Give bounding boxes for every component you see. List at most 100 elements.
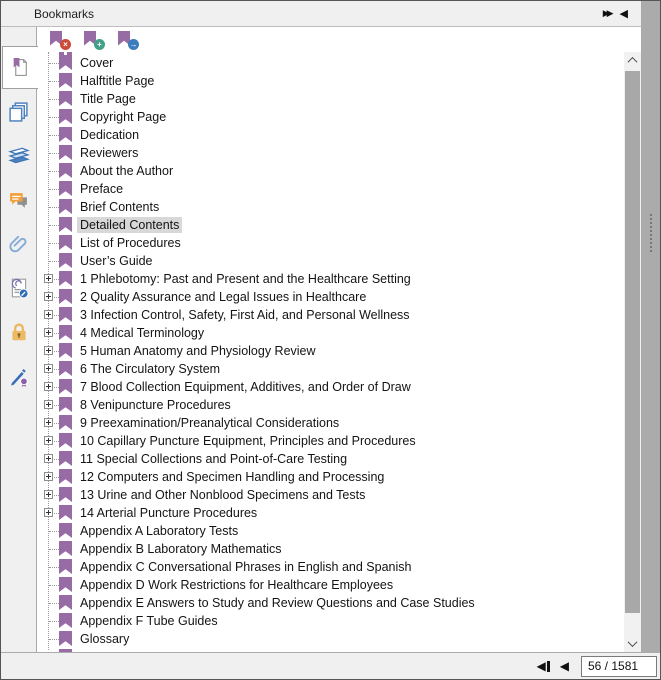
bookmark-item[interactable]: Glossary: [37, 630, 625, 648]
collapse-panel-icon[interactable]: ◀: [620, 7, 628, 20]
expand-plus-icon[interactable]: [44, 346, 53, 355]
bookmark-label: Appendix E Answers to Study and Review Q…: [77, 595, 478, 611]
bookmark-icon: [59, 379, 72, 394]
expand-plus-icon[interactable]: [44, 274, 53, 283]
bookmark-item[interactable]: Appendix A Laboratory Tests: [37, 522, 625, 540]
follow-panel-icon[interactable]: ▶▶: [603, 8, 611, 19]
bookmark-item[interactable]: Preface: [37, 180, 625, 198]
bookmark-item[interactable]: Appendix B Laboratory Mathematics: [37, 540, 625, 558]
bookmarks-panel-window: Bookmarks ▶▶ ◀: [0, 0, 661, 680]
bookmark-icon: [59, 289, 72, 304]
bookmark-item[interactable]: Halftitle Page: [37, 72, 625, 90]
page-number-input[interactable]: 56 / 1581: [581, 656, 657, 677]
bookmark-item[interactable]: Appendix F Tube Guides: [37, 612, 625, 630]
bookmark-label: 12 Computers and Specimen Handling and P…: [77, 469, 387, 485]
sidebar-item-signatures[interactable]: [1, 362, 36, 392]
expand-plus-icon[interactable]: [44, 400, 53, 409]
bookmark-label: 5 Human Anatomy and Physiology Review: [77, 343, 319, 359]
bookmark-label: 10 Capillary Puncture Equipment, Princip…: [77, 433, 419, 449]
bookmark-item[interactable]: Title Page: [37, 90, 625, 108]
bookmark-item[interactable]: Detailed Contents: [37, 216, 625, 234]
expand-current-bookmark-button[interactable]: →: [117, 30, 139, 50]
bookmark-item[interactable]: 5 Human Anatomy and Physiology Review: [37, 342, 625, 360]
bookmark-item[interactable]: 8 Venipuncture Procedures: [37, 396, 625, 414]
bookmark-item[interactable]: Appendix C Conversational Phrases in Eng…: [37, 558, 625, 576]
sidebar-item-comments[interactable]: [1, 185, 36, 215]
bookmark-item[interactable]: 12 Computers and Specimen Handling and P…: [37, 468, 625, 486]
bookmark-icon: [59, 253, 72, 268]
previous-page-button[interactable]: ◀: [560, 659, 569, 673]
bookmark-item[interactable]: Appendix D Work Restrictions for Healthc…: [37, 576, 625, 594]
bookmark-item[interactable]: Appendix E Answers to Study and Review Q…: [37, 594, 625, 612]
tree-connector: [49, 225, 59, 226]
bookmark-icon: [59, 163, 72, 178]
bookmark-item[interactable]: Cover: [37, 54, 625, 72]
bookmark-icon: [59, 613, 72, 628]
bookmark-item[interactable]: 7 Blood Collection Equipment, Additives,…: [37, 378, 625, 396]
previous-view-button[interactable]: ◀: [537, 659, 550, 673]
bookmark-icon: [59, 433, 72, 448]
bookmark-label: Appendix C Conversational Phrases in Eng…: [77, 559, 414, 575]
panel-splitter[interactable]: [642, 1, 661, 652]
bookmark-item[interactable]: About the Author: [37, 162, 625, 180]
expand-plus-icon[interactable]: [44, 382, 53, 391]
expand-plus-icon[interactable]: [44, 292, 53, 301]
bookmark-label: Brief Contents: [77, 199, 162, 215]
sidebar-item-bookmarks[interactable]: [2, 46, 38, 89]
splitter-grip-icon[interactable]: [650, 214, 652, 252]
bookmark-item[interactable]: 10 Capillary Puncture Equipment, Princip…: [37, 432, 625, 450]
bookmark-icon: [59, 397, 72, 412]
bookmark-item[interactable]: 2 Quality Assurance and Legal Issues in …: [37, 288, 625, 306]
bookmark-item[interactable]: Dedication: [37, 126, 625, 144]
sidebar-item-layers[interactable]: [1, 141, 36, 171]
bookmark-item[interactable]: 4 Medical Terminology: [37, 324, 625, 342]
bookmark-item[interactable]: Copyright Page: [37, 108, 625, 126]
bookmark-item[interactable]: 6 The Circulatory System: [37, 360, 625, 378]
bookmark-item[interactable]: 13 Urine and Other Nonblood Specimens an…: [37, 486, 625, 504]
bookmark-icon: [59, 595, 72, 610]
layers-icon: [8, 145, 30, 167]
bookmark-item[interactable]: Brief Contents: [37, 198, 625, 216]
expand-plus-icon[interactable]: [44, 418, 53, 427]
bookmark-icon: [59, 307, 72, 322]
bookmark-label: 6 The Circulatory System: [77, 361, 223, 377]
expand-plus-icon[interactable]: [44, 310, 53, 319]
add-bookmark-button[interactable]: +: [83, 30, 105, 50]
bookmark-icon: [59, 469, 72, 484]
bookmark-item[interactable]: Reviewers: [37, 144, 625, 162]
sidebar-item-thumbnails[interactable]: [1, 96, 36, 126]
bookmark-label: User’s Guide: [77, 253, 156, 269]
bookmark-item[interactable]: 1 Phlebotomy: Past and Present and the H…: [37, 270, 625, 288]
scroll-down-button[interactable]: [624, 635, 641, 652]
bookmark-icon: [59, 109, 72, 124]
expand-plus-icon[interactable]: [44, 508, 53, 517]
bookmark-icon: [59, 487, 72, 502]
bookmark-item[interactable]: 11 Special Collections and Point-of-Care…: [37, 450, 625, 468]
left-triangle-icon: ◀: [537, 659, 546, 673]
sidebar-item-destinations[interactable]: [1, 273, 36, 303]
bookmark-item[interactable]: 9 Preexamination/Preanalytical Considera…: [37, 414, 625, 432]
bookmark-icon: [59, 631, 72, 646]
tree-connector: [49, 207, 59, 208]
expand-plus-icon[interactable]: [44, 454, 53, 463]
bookmark-label: About the Author: [77, 163, 176, 179]
bookmark-item[interactable]: 3 Infection Control, Safety, First Aid, …: [37, 306, 625, 324]
expand-plus-icon[interactable]: [44, 364, 53, 373]
scroll-up-button[interactable]: [624, 52, 641, 69]
expand-plus-icon[interactable]: [44, 328, 53, 337]
expand-plus-icon[interactable]: [44, 472, 53, 481]
bookmark-item[interactable]: 14 Arterial Puncture Procedures: [37, 504, 625, 522]
expand-plus-icon[interactable]: [44, 436, 53, 445]
sidebar-item-security[interactable]: [1, 317, 36, 347]
scrollbar-thumb[interactable]: [625, 71, 640, 613]
sidebar-item-attachments[interactable]: [1, 229, 36, 259]
tree-connector: [49, 135, 59, 136]
expand-plus-icon[interactable]: [44, 490, 53, 499]
status-bar: ◀ ◀ 56 / 1581: [1, 652, 660, 679]
tree-connector: [49, 171, 59, 172]
vertical-scrollbar[interactable]: [624, 52, 641, 652]
bookmark-item[interactable]: List of Procedures: [37, 234, 625, 252]
bookmark-item[interactable]: User’s Guide: [37, 252, 625, 270]
security-icon: [8, 321, 30, 343]
delete-bookmark-button[interactable]: ×: [49, 30, 71, 50]
